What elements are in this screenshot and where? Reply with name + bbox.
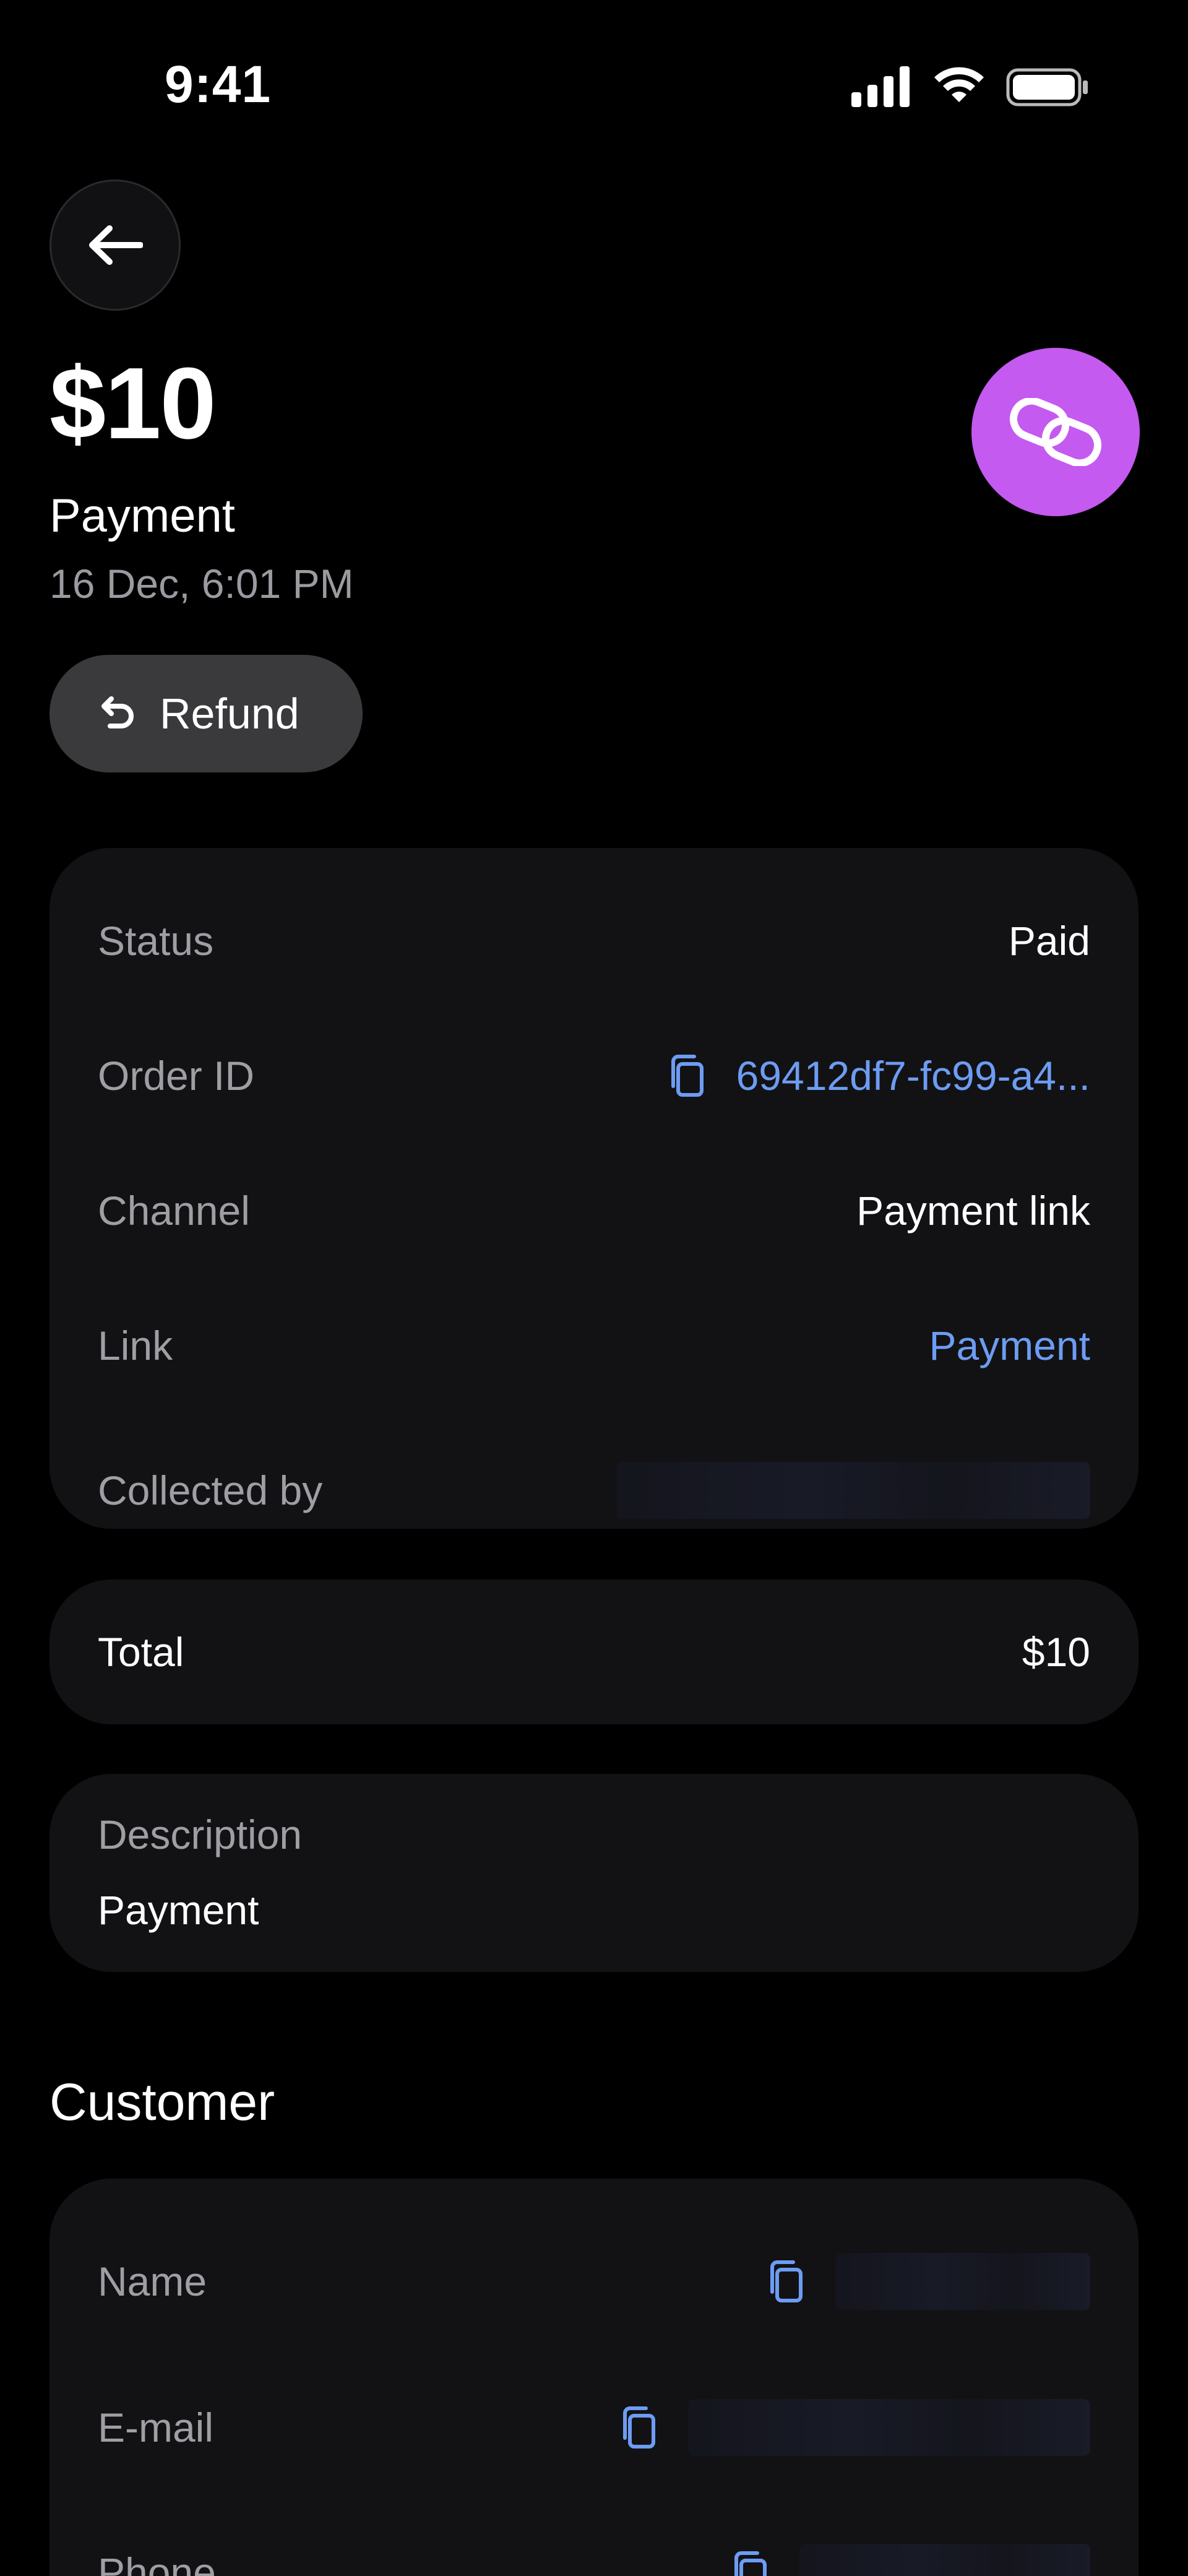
payment-amount: $10 (50, 347, 217, 460)
customer-phone-value-group (731, 2544, 1090, 2576)
link-icon (1010, 398, 1101, 466)
arrow-left-icon (89, 225, 143, 265)
refund-button[interactable]: Refund (50, 655, 363, 772)
copy-icon[interactable] (767, 2260, 803, 2303)
order-id-row: Order ID 69412df7-fc99-a4... (98, 1045, 1090, 1107)
collected-by-label: Collected by (98, 1467, 323, 1513)
customer-name-row: Name (98, 2250, 1090, 2312)
customer-email-redacted-value (688, 2399, 1090, 2456)
payment-title: Payment (50, 490, 235, 542)
copy-icon[interactable] (668, 1054, 704, 1097)
customer-name-redacted-value (835, 2253, 1090, 2310)
total-row: Total $10 (98, 1621, 1090, 1683)
status-bar: 9:41 (0, 0, 1188, 173)
total-label: Total (98, 1629, 184, 1675)
copy-icon[interactable] (620, 2406, 656, 2449)
customer-name-label: Name (98, 2258, 207, 2304)
battery-icon (1006, 68, 1088, 106)
order-id-value-group: 69412df7-fc99-a4... (668, 1052, 1090, 1099)
collected-by-redacted-value (616, 1462, 1090, 1519)
description-label: Description (98, 1812, 303, 1857)
transaction-detail-screen: 9:41 $10 Payment 16 Dec, 6:01 PM Refund … (0, 0, 1188, 2576)
status-value: Paid (1008, 918, 1090, 964)
description-value: Payment (98, 1887, 259, 1933)
wifi-icon (934, 67, 984, 102)
customer-email-label: E-mail (98, 2405, 214, 2450)
cellular-signal-icon (851, 66, 910, 107)
details-card: Status Paid Order ID 69412df7-fc99-a4...… (50, 848, 1138, 1529)
total-value: $10 (1022, 1629, 1090, 1675)
payment-link-badge (971, 348, 1140, 516)
link-label: Link (98, 1323, 173, 1368)
collected-by-row: Collected by (98, 1459, 1090, 1521)
order-id-label: Order ID (98, 1053, 255, 1099)
description-value-row: Payment (98, 1879, 1090, 1941)
customer-section-title: Customer (50, 2073, 275, 2131)
link-value[interactable]: Payment (929, 1322, 1090, 1369)
total-card: Total $10 (50, 1580, 1138, 1724)
description-card: Description Payment (50, 1774, 1138, 1972)
customer-phone-redacted-value (799, 2544, 1090, 2576)
customer-name-value-group (767, 2253, 1090, 2310)
channel-row: Channel Payment link (98, 1180, 1090, 1242)
copy-icon[interactable] (731, 2551, 767, 2576)
link-row: Link Payment (98, 1315, 1090, 1377)
description-label-row: Description (98, 1804, 1090, 1865)
customer-card: Name E-mail Phone (50, 2179, 1138, 2576)
status-time: 9:41 (165, 55, 272, 113)
channel-value: Payment link (856, 1188, 1090, 1234)
status-row: Status Paid (98, 910, 1090, 972)
channel-label: Channel (98, 1188, 250, 1234)
customer-phone-label: Phone (98, 2549, 216, 2576)
back-button[interactable] (50, 179, 181, 311)
order-id-value[interactable]: 69412df7-fc99-a4... (736, 1052, 1090, 1099)
customer-email-row: E-mail (98, 2397, 1090, 2458)
refund-label: Refund (160, 689, 299, 738)
status-label: Status (98, 918, 214, 964)
customer-phone-row: Phone (98, 2541, 1090, 2576)
undo-icon (101, 696, 134, 728)
payment-date: 16 Dec, 6:01 PM (50, 561, 354, 607)
customer-email-value-group (620, 2399, 1090, 2456)
